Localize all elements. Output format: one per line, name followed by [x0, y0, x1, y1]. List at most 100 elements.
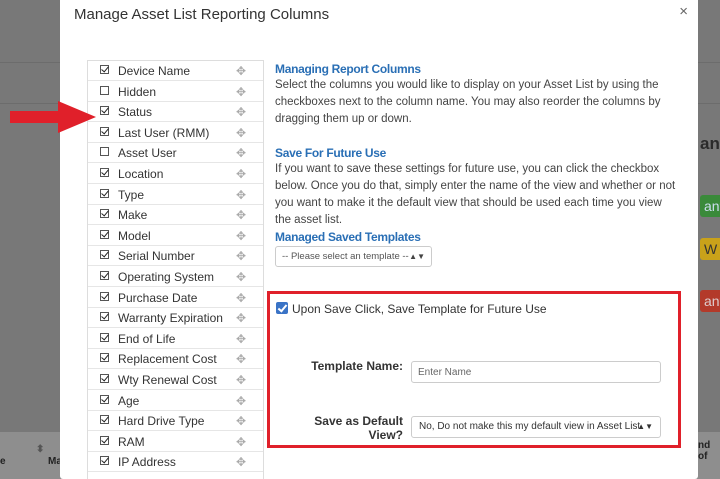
column-checkbox[interactable] — [100, 374, 109, 383]
bg-badge-green: ant — [700, 195, 720, 217]
column-label: Device Name — [118, 64, 191, 78]
column-label: Location — [118, 167, 164, 181]
move-icon[interactable]: ✥ — [236, 270, 246, 284]
column-checkbox[interactable] — [100, 65, 109, 74]
column-checkbox[interactable] — [100, 229, 109, 239]
move-icon[interactable]: ✥ — [236, 85, 246, 99]
column-label: Hard Drive Type — [118, 414, 205, 429]
default-view-value: No, Do not make this my default view in … — [419, 421, 641, 432]
column-checkbox[interactable] — [100, 456, 109, 466]
column-item[interactable]: Hidden ✥ — [88, 82, 263, 102]
bg-badge-red: ant — [700, 290, 720, 312]
column-item[interactable]: Location ✥ — [88, 164, 263, 184]
move-icon[interactable]: ✥ — [236, 394, 246, 408]
move-icon[interactable]: ✥ — [236, 311, 246, 325]
column-item[interactable]: RAM ✥ — [88, 432, 263, 452]
column-checkbox[interactable] — [100, 271, 109, 280]
move-icon[interactable]: ✥ — [236, 105, 246, 119]
template-name-label: Template Name: — [311, 359, 403, 373]
column-label: Status — [118, 105, 153, 120]
column-item[interactable]: Serial Number ✥ — [88, 246, 263, 267]
column-label: Make — [118, 208, 148, 223]
column-checkbox[interactable] — [100, 188, 109, 198]
column-item[interactable]: Make ✥ — [88, 205, 263, 226]
column-label: Type — [118, 187, 145, 202]
column-checkbox[interactable] — [100, 106, 109, 116]
column-item[interactable]: Hard Drive Type ✥ — [88, 411, 263, 432]
column-checkbox[interactable] — [100, 394, 109, 404]
bg-col-fragment: e — [0, 456, 6, 467]
column-label: Wty Renewal Cost — [118, 373, 217, 387]
template-select-value: -- Please select an template -- — [282, 251, 409, 262]
close-icon[interactable]: × — [679, 3, 688, 20]
column-checkbox[interactable] — [100, 291, 109, 301]
column-label: Operating System — [118, 270, 215, 284]
move-icon[interactable]: ✥ — [236, 435, 246, 449]
column-checkbox[interactable] — [100, 147, 109, 157]
column-item[interactable]: Status ✥ — [88, 102, 263, 123]
default-view-select[interactable]: No, Do not make this my default view in … — [411, 416, 661, 438]
column-item[interactable]: End of Life ✥ — [88, 329, 263, 349]
managing-title: Managing Report Columns — [275, 62, 421, 76]
column-checkbox[interactable] — [100, 353, 109, 363]
column-label: Hidden — [118, 84, 157, 99]
column-item[interactable]: Purchase Date ✥ — [88, 288, 263, 308]
move-icon[interactable]: ✥ — [236, 167, 246, 181]
column-label: IP Address — [118, 455, 176, 470]
column-checkbox[interactable] — [100, 209, 109, 219]
column-item[interactable]: Last User (RMM) ✥ — [88, 123, 263, 143]
column-item[interactable]: Type ✥ — [88, 185, 263, 205]
column-item[interactable]: Device Name ✥ — [88, 61, 263, 81]
move-icon[interactable]: ✥ — [236, 455, 246, 469]
column-checkbox[interactable] — [100, 332, 109, 342]
save-template-checkbox[interactable] — [276, 302, 288, 314]
move-icon[interactable]: ✥ — [236, 373, 246, 387]
bg-col-fragment: nd of — [698, 440, 711, 462]
bg-badge-yellow: W — [700, 238, 720, 260]
column-item[interactable]: Age ✥ — [88, 391, 263, 411]
column-label: Age — [118, 393, 140, 408]
move-icon[interactable]: ✥ — [236, 208, 246, 222]
column-list: Device Name ✥ Hidden ✥ Status ✥ Last User (RMM… — [87, 60, 264, 479]
default-view-label: Save as Default View? — [314, 414, 403, 442]
move-icon[interactable]: ✥ — [236, 188, 246, 202]
column-label: RAM — [118, 434, 145, 449]
column-checkbox[interactable] — [100, 168, 109, 177]
move-icon[interactable]: ✥ — [236, 291, 246, 305]
move-icon[interactable]: ✥ — [236, 249, 246, 263]
column-item[interactable]: Warranty Expiration ✥ — [88, 308, 263, 329]
column-label: Purchase Date — [118, 290, 198, 305]
column-item[interactable]: Wty Renewal Cost ✥ — [88, 370, 263, 390]
column-label: End of Life — [118, 331, 176, 346]
modal-header: Manage Asset List Reporting Columns × — [60, 0, 698, 36]
column-item[interactable]: IP Address ✥ — [88, 452, 263, 473]
managing-text: Select the columns you would like to dis… — [275, 79, 661, 125]
move-icon[interactable]: ✥ — [236, 414, 246, 428]
column-checkbox[interactable] — [100, 250, 109, 260]
template-select[interactable]: -- Please select an template -- ▲▼ — [275, 246, 432, 267]
move-icon[interactable]: ✥ — [236, 352, 246, 366]
move-icon[interactable]: ✥ — [236, 229, 246, 243]
column-item[interactable]: Operating System ✥ — [88, 267, 263, 287]
column-label: Last User (RMM) — [118, 125, 210, 140]
bg-heading: ant — [700, 134, 720, 153]
column-item[interactable]: Model ✥ — [88, 226, 263, 246]
select-arrows-icon: ▲▼ — [637, 422, 653, 431]
column-checkbox[interactable] — [100, 415, 109, 425]
column-checkbox[interactable] — [100, 85, 109, 95]
column-item[interactable]: Replacement Cost ✥ — [88, 349, 263, 370]
move-icon[interactable]: ✥ — [236, 64, 246, 78]
column-checkbox[interactable] — [100, 435, 109, 445]
move-icon[interactable]: ✥ — [236, 126, 246, 140]
select-arrows-icon: ▲▼ — [409, 252, 425, 261]
column-checkbox[interactable] — [100, 126, 109, 136]
column-checkbox[interactable] — [100, 312, 109, 322]
save-template-label: Upon Save Click, Save Template for Futur… — [292, 302, 547, 316]
template-name-input[interactable] — [411, 361, 661, 383]
modal-title: Manage Asset List Reporting Columns — [74, 6, 330, 23]
move-icon[interactable]: ✥ — [236, 332, 246, 346]
future-text: If you want to save these settings for f… — [275, 163, 676, 226]
column-item[interactable]: Asset User ✥ — [88, 143, 263, 164]
move-icon[interactable]: ✥ — [236, 146, 246, 160]
column-label: Warranty Expiration — [118, 311, 223, 326]
